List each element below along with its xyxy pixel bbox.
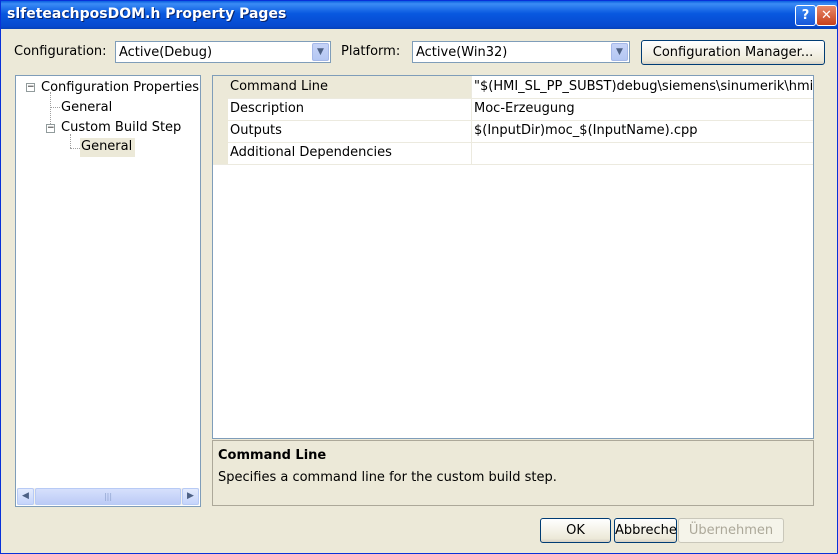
configuration-label: Configuration: [14, 44, 107, 59]
column-divider [471, 76, 472, 98]
tree-connector [70, 148, 80, 149]
tree-item-custom-build-general[interactable]: General [80, 138, 136, 157]
configuration-manager-button[interactable]: Configuration Manager... [641, 40, 825, 65]
property-row-description[interactable]: Description Moc-Erzeugung [213, 98, 813, 121]
tree-connector [70, 134, 71, 148]
configuration-dropdown[interactable]: Active(Debug) ▼ [115, 41, 331, 63]
description-title: Command Line [218, 448, 327, 463]
property-row-command-line[interactable]: Command Line "$(HMI_SL_PP_SUBST)debug\si… [213, 76, 813, 99]
tree-item-general[interactable]: General [61, 100, 112, 115]
property-name: Outputs [230, 123, 282, 138]
column-divider [471, 120, 472, 142]
row-gutter [213, 76, 228, 98]
platform-dropdown[interactable]: Active(Win32) ▼ [412, 41, 630, 63]
chevron-down-icon[interactable]: ▼ [611, 43, 628, 61]
column-divider [471, 142, 472, 164]
collapse-icon[interactable]: − [46, 124, 55, 133]
help-button[interactable]: ? [795, 5, 816, 26]
property-grid: Command Line "$(HMI_SL_PP_SUBST)debug\si… [212, 75, 814, 439]
tree-horizontal-scrollbar[interactable]: ◀ ||| ▶ [17, 488, 199, 505]
window-title: slfeteachposDOM.h Property Pages [7, 6, 287, 22]
column-divider [471, 98, 472, 120]
configuration-value: Active(Debug) [119, 45, 213, 60]
row-gutter [213, 142, 228, 164]
property-value[interactable]: $(InputDir)moc_$(InputName).cpp [474, 123, 698, 138]
tree-connector [50, 107, 60, 108]
scrollbar-thumb[interactable]: ||| [35, 488, 181, 505]
tree-item-custom-build-step[interactable]: Custom Build Step [61, 120, 181, 135]
row-gutter [213, 98, 228, 120]
close-button[interactable]: ✕ [816, 5, 837, 26]
description-text: Specifies a command line for the custom … [218, 470, 557, 485]
ok-button[interactable]: OK [540, 518, 611, 543]
tree-item-configuration-properties[interactable]: Configuration Properties [41, 80, 199, 95]
property-tree: − Configuration Properties General − Cus… [15, 75, 201, 507]
platform-label: Platform: [341, 44, 401, 59]
scroll-left-icon[interactable]: ◀ [17, 488, 34, 505]
property-name: Description [230, 101, 305, 116]
property-name: Command Line [230, 79, 329, 94]
collapse-icon[interactable]: − [26, 83, 35, 92]
property-row-outputs[interactable]: Outputs $(InputDir)moc_$(InputName).cpp [213, 120, 813, 143]
chevron-down-icon[interactable]: ▼ [312, 43, 329, 61]
scroll-right-icon[interactable]: ▶ [182, 488, 199, 505]
property-name: Additional Dependencies [230, 145, 392, 160]
cancel-button[interactable]: Abbrechen [614, 518, 677, 543]
platform-value: Active(Win32) [416, 45, 508, 60]
property-pages-dialog: slfeteachposDOM.h Property Pages ? ✕ Con… [0, 0, 838, 554]
property-value[interactable]: "$(HMI_SL_PP_SUBST)debug\siemens\sinumer… [474, 79, 813, 94]
property-value[interactable]: Moc-Erzeugung [474, 101, 575, 116]
property-row-additional-dependencies[interactable]: Additional Dependencies [213, 142, 813, 165]
apply-button[interactable]: Übernehmen [678, 518, 784, 543]
title-bar[interactable]: slfeteachposDOM.h Property Pages ? ✕ [1, 1, 837, 29]
row-gutter [213, 120, 228, 142]
description-panel: Command Line Specifies a command line fo… [212, 440, 814, 506]
